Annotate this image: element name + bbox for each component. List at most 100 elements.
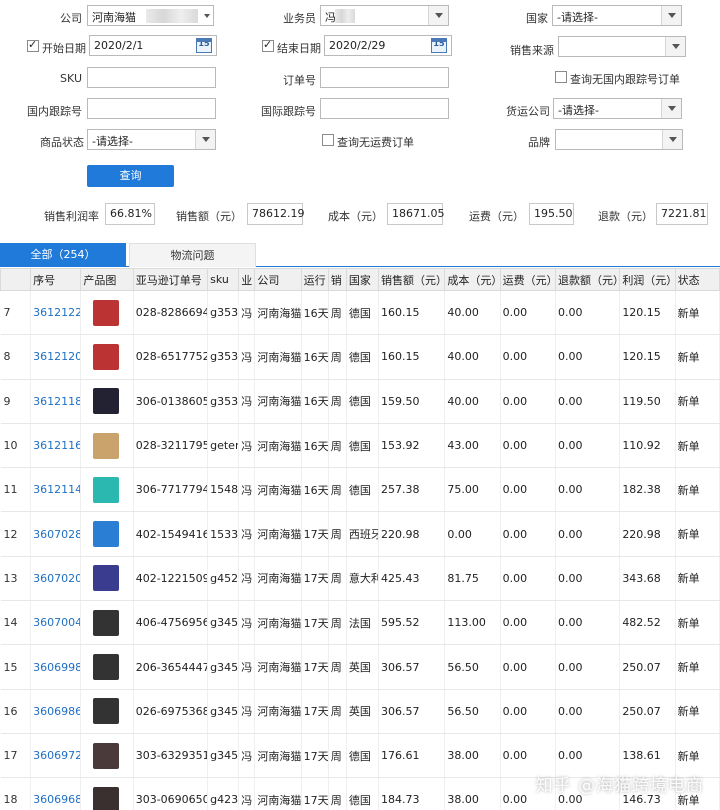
refund-label: 退款（元） [598,210,653,223]
domestic-tracking-input[interactable] [87,98,216,119]
product-thumbnail[interactable] [93,786,120,810]
status-cell: 新单 [675,467,720,513]
col-header[interactable]: 业 [238,268,256,291]
calendar-icon[interactable]: 15 [431,38,447,53]
row-number: 10 [0,423,32,469]
freight-cell: 0.00 [500,467,556,513]
no-domestic-tracking-checkbox[interactable] [555,71,567,83]
order-id-link[interactable]: 3607020 [33,572,80,585]
start-date-input[interactable]: 2020/2/1 15 [89,35,217,56]
col-header[interactable]: sku [207,268,240,291]
product-image-cell [80,733,134,779]
salesperson-select[interactable]: 冯 [320,5,449,26]
table-row[interactable]: 133607020 402-1221509-g452冯河南海猫17天周意大利425… [0,556,720,602]
order-id-link[interactable]: 3607004 [33,616,80,629]
table-row[interactable]: 16 3606986 026-6975368- g345 冯河南海猫 17天周英国 306.… [0,689,720,734]
table-row[interactable]: 8 3612120 028-6517752- g353 冯河南海猫 16天周德国 160.1… [0,334,720,380]
run-cell: 16天 [301,379,329,424]
order-id-link[interactable]: 3612122 [33,306,80,319]
product-thumbnail[interactable] [93,299,120,326]
calendar-icon[interactable]: 15 [196,38,212,53]
row-number: 18 [0,777,32,810]
profit-cell: 120.15 [619,334,676,380]
col-header[interactable]: 亚马逊订单号 [132,268,209,291]
table-row[interactable]: 7 3612122 028-8286694- g353 冯河南海猫 16天周德国 160.1… [0,290,720,336]
brand-select[interactable] [555,129,683,150]
table-row[interactable]: 123607028402-1549416-1533冯河南海猫17天周西班牙220… [0,511,720,557]
order-id-link[interactable]: 3606986 [33,705,80,718]
company-cell: 河南海猫 [254,644,302,690]
order-id-link[interactable]: 3607028 [33,528,80,541]
cost-cell: 43.00 [444,423,501,469]
order-id-link[interactable]: 3612120 [33,350,80,363]
product-image-cell [80,467,134,513]
product-image-cell [80,379,134,424]
order-id-link[interactable]: 3612114 [33,483,80,496]
product-thumbnail[interactable] [93,476,120,503]
cost-cell: 81.75 [444,556,501,602]
sales-cell: 184.73 [378,777,446,810]
order-id-link[interactable]: 3606968 [33,793,80,806]
orders-table: 序号 产品图 亚马逊订单号 sku 业 公司 运行 销 国家 销售额（元） 成本… [0,268,720,810]
col-header[interactable]: 运行 [300,268,329,291]
col-header[interactable]: 退款额（元） [554,268,621,291]
chevron-down-icon [428,6,448,25]
col-header[interactable]: 成本（元） [444,268,501,291]
tab-all[interactable]: 全部（254） [0,243,126,267]
table-row[interactable]: 15 3606998 206-3654447- g345 冯河南海猫 17天周英国 306.… [0,644,720,690]
col-header[interactable]: 状态 [674,268,720,291]
table-row[interactable]: 14 3607004 406-4756956- g345 冯河南海猫 17天周法国 595.… [0,600,720,646]
query-button[interactable]: 查询 [87,165,174,187]
product-thumbnail[interactable] [93,609,120,636]
refund-cell: 0.00 [555,423,621,469]
col-header[interactable]: 销售额（元） [378,268,446,291]
tab-logistics-issues[interactable]: 物流问题 [129,243,256,267]
run-cell: 17天 [301,777,329,810]
end-date-input[interactable]: 2020/2/29 15 [324,35,452,56]
col-header[interactable]: 公司 [254,268,302,291]
product-image-cell [80,423,134,469]
freight-cell: 0.00 [500,290,556,336]
col-header[interactable]: 序号 [30,268,82,291]
col-header[interactable]: 销 [327,268,347,291]
country-label: 国家 [526,12,548,25]
col-header[interactable]: 运费（元） [499,268,556,291]
intl-tracking-input[interactable] [320,98,449,119]
freight-company-select[interactable]: -请选择- [553,98,682,119]
no-freight-orders-checkbox[interactable] [322,134,334,146]
table-row[interactable]: 10 3612116 028-3211795- geter 冯河南海猫 16天周德国 153… [0,423,720,469]
country-select[interactable]: -请选择- [552,5,682,26]
company-select[interactable]: 河南海猫 [87,5,214,26]
chevron-down-icon [195,130,215,149]
sku-label: SKU [60,72,82,85]
product-thumbnail[interactable] [93,565,120,592]
order-cell: 402-1549416- [133,511,209,557]
sku-input[interactable] [87,67,216,88]
col-header[interactable]: 利润（元） [619,268,676,291]
start-date-checkbox[interactable] [27,38,39,52]
order-no-input[interactable] [320,67,449,88]
product-thumbnail[interactable] [93,698,120,725]
table-row[interactable]: 9 3612118 306-0138605- g353 冯河南海猫 16天周德国 159.5… [0,379,720,424]
product-thumbnail[interactable] [93,654,120,681]
order-id-link[interactable]: 3612118 [33,395,80,408]
order-id-link[interactable]: 3612116 [33,439,80,452]
col-header[interactable]: 国家 [345,268,380,291]
sales-cell: 159.50 [378,379,446,424]
product-thumbnail[interactable] [93,742,120,769]
product-thumbnail[interactable] [93,432,120,459]
sales-cell: 160.15 [378,290,446,336]
product-thumbnail[interactable] [93,388,120,415]
end-date-checkbox[interactable] [262,38,274,52]
product-status-select[interactable]: -请选择- [87,129,216,150]
order-id-link[interactable]: 3606998 [33,661,80,674]
product-thumbnail[interactable] [93,521,120,548]
order-id-link[interactable]: 3606972 [33,749,80,762]
sales-source-select[interactable] [558,36,686,57]
table-row[interactable]: 11 3612114 306-7717794- 1548 冯河南海猫 16天周德国 257.… [0,467,720,513]
freight-company-label: 货运公司 [506,105,550,118]
company-value: 河南海猫 [92,11,136,24]
product-thumbnail[interactable] [93,343,120,370]
col-header[interactable]: 产品图 [80,268,134,291]
biz-cell: 冯 [238,733,256,779]
